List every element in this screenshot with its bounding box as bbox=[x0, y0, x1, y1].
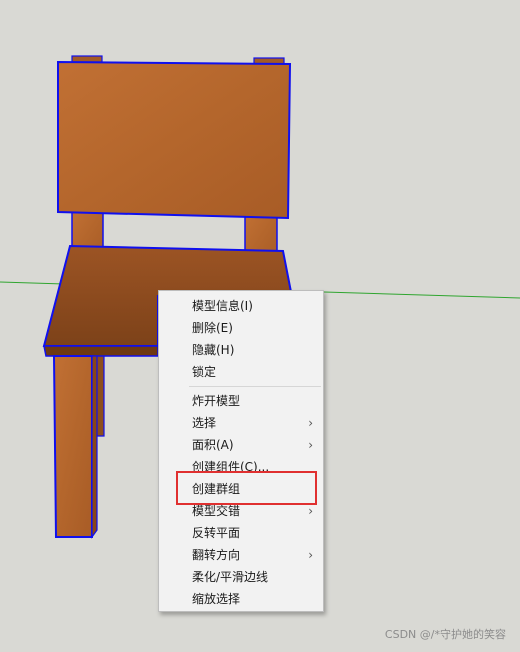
front-leg-side bbox=[91, 355, 98, 539]
backrest-panel[interactable] bbox=[57, 60, 292, 220]
seat-edge bbox=[43, 345, 159, 357]
menu-item-delete[interactable]: 删除(E) bbox=[159, 317, 323, 339]
menu-item-select[interactable]: 选择 › bbox=[159, 412, 323, 434]
highlight-box bbox=[176, 471, 317, 505]
watermark-text: CSDN @/*守护她的笑容 bbox=[384, 628, 506, 641]
menu-item-area[interactable]: 面积(A) › bbox=[159, 434, 323, 456]
menu-separator bbox=[189, 386, 321, 387]
menu-item-lock[interactable]: 锁定 bbox=[159, 361, 323, 383]
post-top-left bbox=[71, 55, 103, 63]
menu-item-zoom-selection[interactable]: 缩放选择 bbox=[159, 588, 323, 610]
chevron-right-icon: › bbox=[308, 548, 313, 562]
menu-item-explode[interactable]: 炸开模型 bbox=[159, 390, 323, 412]
menu-item-reverse-faces[interactable]: 反转平面 bbox=[159, 522, 323, 544]
menu-item-soften-edges[interactable]: 柔化/平滑边线 bbox=[159, 566, 323, 588]
chevron-right-icon: › bbox=[308, 438, 313, 452]
context-menu: 模型信息(I) 删除(E) 隐藏(H) 锁定 炸开模型 选择 › 面积(A) › 创… bbox=[158, 290, 324, 612]
chevron-right-icon: › bbox=[308, 416, 313, 430]
menu-item-hide[interactable]: 隐藏(H) bbox=[159, 339, 323, 361]
front-leg[interactable] bbox=[52, 355, 93, 538]
menu-item-flip-along[interactable]: 翻转方向 › bbox=[159, 544, 323, 566]
menu-item-model-info[interactable]: 模型信息(I) bbox=[159, 295, 323, 317]
